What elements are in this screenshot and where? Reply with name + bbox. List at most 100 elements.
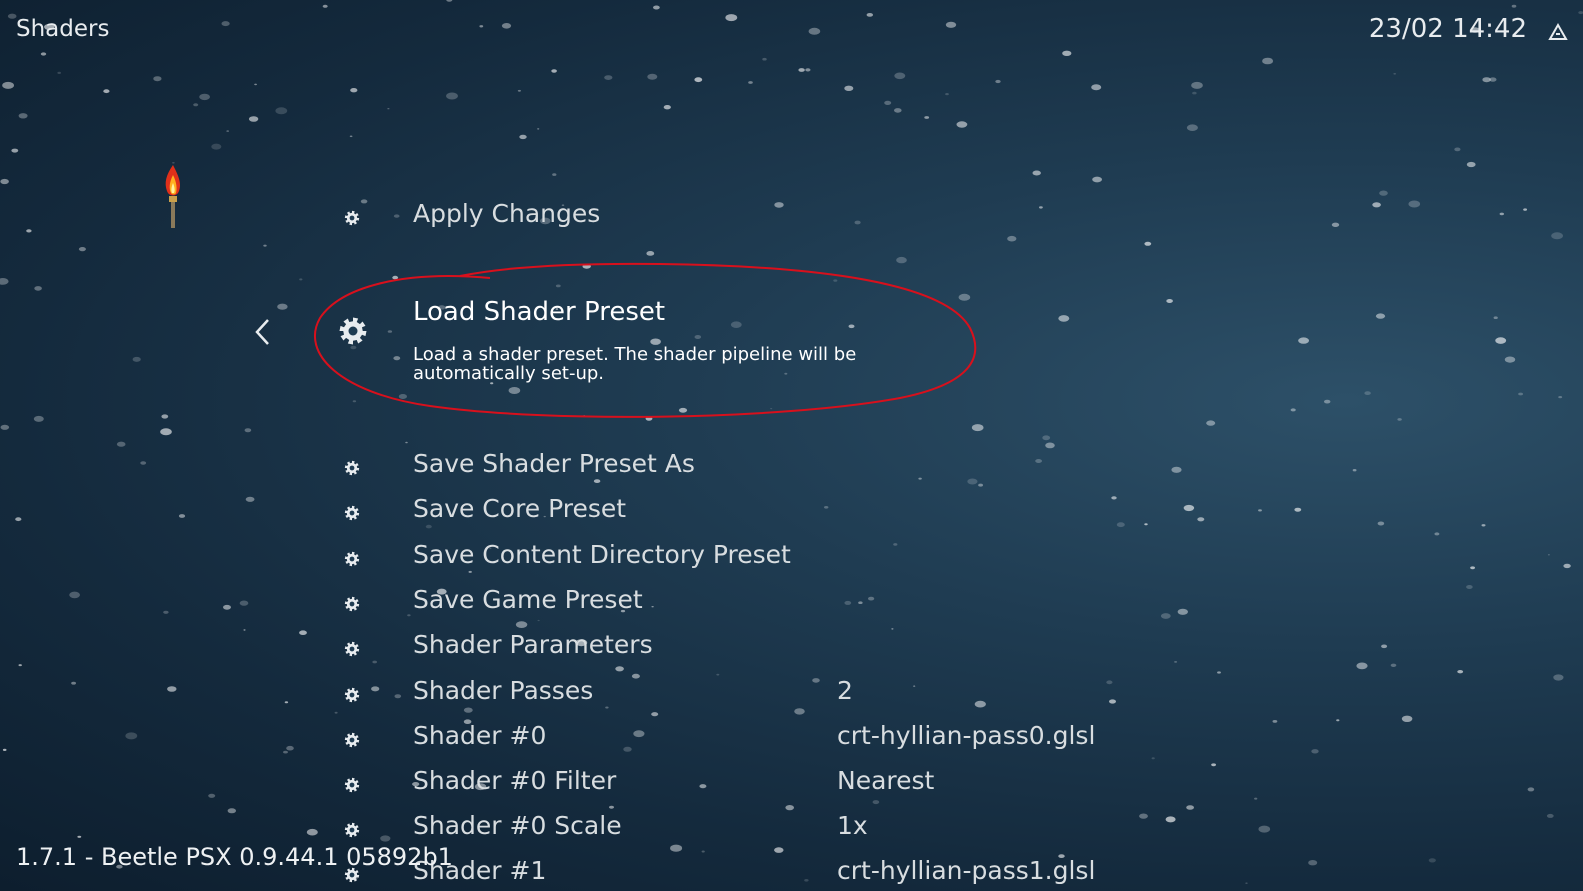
snowflake: [1111, 496, 1117, 500]
snowflake: [193, 103, 199, 107]
snowflake: [1258, 825, 1271, 833]
menu-item-label: Save Content Directory Preset: [413, 540, 791, 569]
snowflake: [1578, 11, 1583, 15]
snowflake: [633, 730, 645, 738]
snowflake: [1042, 435, 1051, 441]
snowflake: [125, 732, 138, 740]
snowflake: [537, 619, 540, 622]
snowflake: [1116, 522, 1125, 528]
snowflake: [517, 89, 522, 92]
snowflake: [604, 75, 613, 80]
snowflake: [1331, 222, 1340, 227]
snowflake: [785, 805, 794, 811]
snowflake: [1191, 81, 1203, 89]
page-title: Shaders: [16, 16, 110, 42]
snowflake: [833, 279, 838, 282]
snowflake: [894, 72, 906, 80]
snowflake: [350, 88, 358, 93]
snowflake: [651, 606, 654, 608]
snowflake: [1466, 585, 1473, 589]
snowflake: [1364, 391, 1371, 395]
snowflake: [463, 707, 473, 713]
snowflake: [1495, 337, 1507, 344]
snowflake: [1106, 680, 1113, 685]
snowflake: [555, 284, 561, 288]
chevron-left-icon[interactable]: [253, 317, 273, 347]
snowflake: [380, 835, 391, 842]
snowflake: [924, 116, 930, 119]
snowflake: [1408, 200, 1421, 208]
snowflake: [945, 21, 957, 28]
snowflake: [1553, 674, 1564, 681]
snowflake: [774, 847, 784, 853]
snowflake: [701, 850, 705, 853]
snowflake: [322, 4, 328, 8]
menu-item-label: Shader #0: [413, 721, 547, 750]
snowflake: [299, 630, 307, 635]
snowflake: [178, 514, 186, 518]
snowflake: [1428, 858, 1436, 863]
snowflake: [653, 5, 660, 10]
power-icon: [1548, 22, 1568, 40]
snowflake: [1144, 523, 1148, 526]
snowflake: [647, 73, 658, 80]
snowflake: [394, 694, 402, 699]
snowflake: [1217, 671, 1221, 674]
snowflake: [0, 278, 9, 285]
snowflake: [446, 0, 453, 2]
snowflake: [1434, 532, 1440, 536]
snowflake: [283, 750, 288, 754]
snowflake: [1245, 882, 1248, 884]
snowflake: [245, 496, 255, 502]
snowflake: [646, 251, 655, 256]
snowflake: [208, 793, 216, 798]
gear-icon: [344, 505, 360, 521]
snowflake: [1186, 805, 1194, 810]
snowflake: [393, 356, 401, 361]
snowflake: [967, 478, 978, 485]
snowflake: [582, 263, 591, 269]
snowflake: [1504, 356, 1516, 363]
snowflake: [1039, 206, 1043, 209]
snowflake: [501, 23, 512, 29]
snowflake: [153, 76, 162, 82]
snowflake: [1254, 797, 1258, 800]
snowflake: [891, 628, 894, 630]
snowflake: [1035, 459, 1042, 463]
menu-item-label: Save Core Preset: [413, 494, 627, 523]
menu-item-label: Shader Passes: [413, 676, 594, 705]
snowflake: [844, 85, 854, 92]
snowflake: [116, 441, 126, 447]
snowflake: [918, 477, 922, 480]
snowflake: [1166, 299, 1173, 303]
snowflake: [248, 116, 259, 122]
snowflake: [71, 681, 76, 685]
menu-item-description: Load a shader preset. The shader pipelin…: [413, 344, 857, 384]
snowflake: [1466, 161, 1476, 168]
snowflake: [1151, 757, 1155, 760]
snowflake: [1375, 313, 1386, 319]
snowflake: [1397, 418, 1402, 421]
snowflake: [1470, 566, 1475, 570]
snowflake: [645, 416, 653, 421]
snowflake: [1062, 50, 1072, 56]
snowflake: [1192, 91, 1197, 95]
snowflake: [725, 14, 738, 22]
snowflake: [1379, 190, 1388, 196]
snowflake: [1298, 337, 1309, 344]
snowflake: [794, 708, 805, 715]
snowflake: [1381, 644, 1388, 649]
snowflake: [387, 108, 390, 110]
snowflake: [1144, 241, 1152, 246]
snowflake: [263, 244, 267, 247]
menu-item-value: 2: [837, 676, 853, 705]
snowflake: [552, 173, 557, 176]
snowflake: [1311, 749, 1319, 754]
snowflake: [1511, 4, 1517, 8]
snowflake: [663, 105, 671, 110]
snowflake: [824, 506, 829, 509]
snowflake: [199, 93, 211, 101]
snowflake: [161, 414, 169, 419]
snowflake: [805, 68, 811, 72]
snowflake: [1045, 442, 1055, 449]
